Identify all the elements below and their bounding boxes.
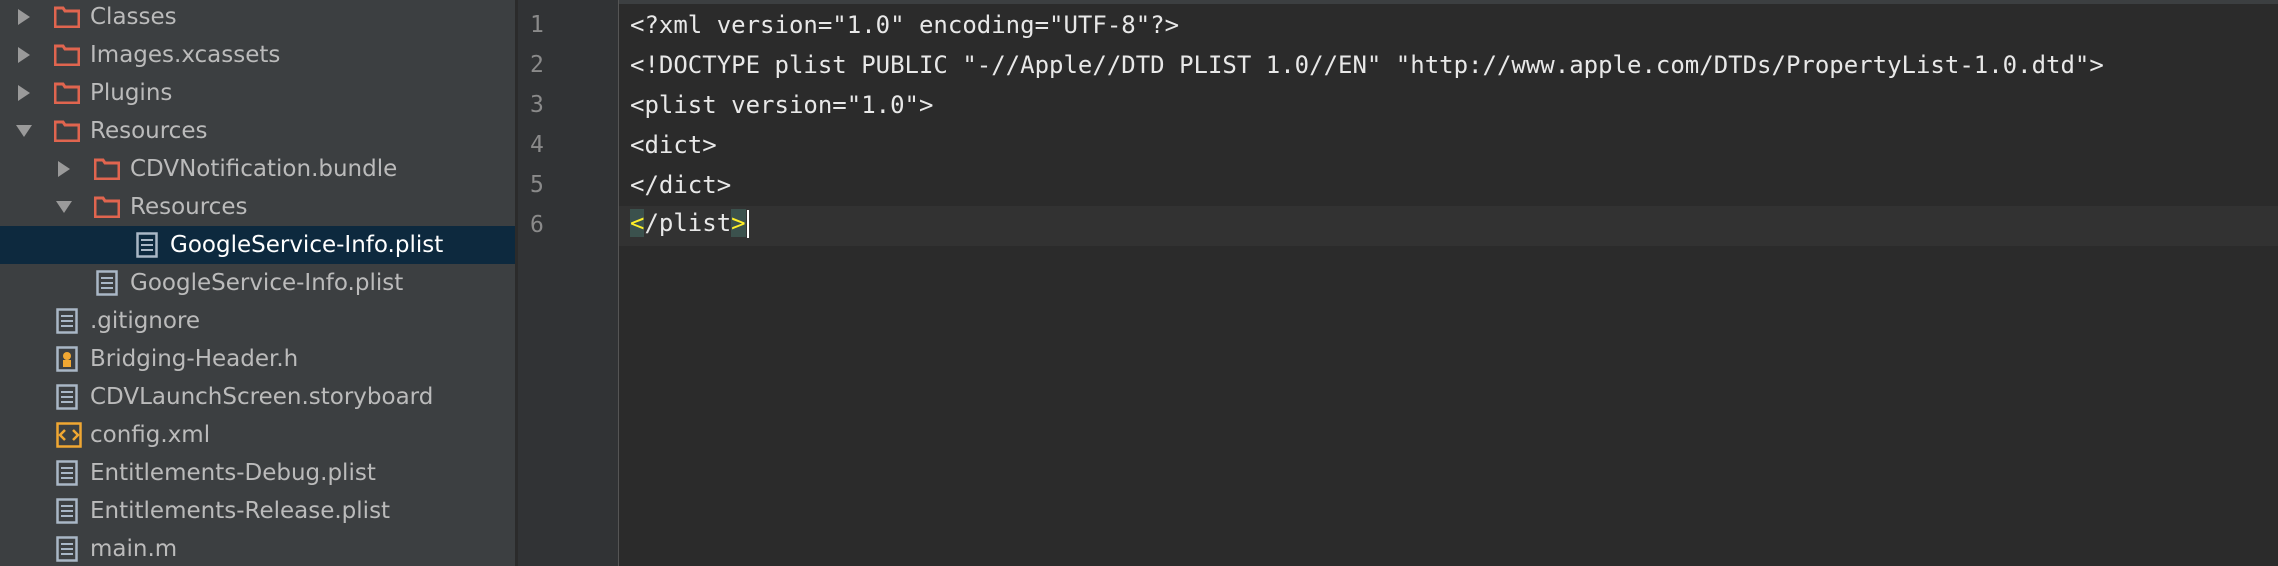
ide-window: Classes Images.xcassets Plugins Resource… [0, 0, 2278, 566]
tree-item-images-xcassets[interactable]: Images.xcassets [0, 36, 515, 74]
line-number: 4 [530, 132, 544, 158]
code-editor[interactable] [619, 0, 2278, 566]
chevron-right-icon[interactable] [18, 47, 30, 63]
tree-item-bridging-header[interactable]: Bridging-Header.h [0, 340, 515, 378]
tree-item-entitlements-release[interactable]: Entitlements-Release.plist [0, 492, 515, 530]
folder-icon [54, 118, 80, 144]
plist-file-icon [56, 460, 82, 486]
plist-file-icon [96, 270, 122, 296]
tree-item-entitlements-debug[interactable]: Entitlements-Debug.plist [0, 454, 515, 492]
chevron-right-icon[interactable] [58, 161, 70, 177]
tree-item-resources-nested[interactable]: Resources [0, 188, 515, 226]
plist-file-icon [136, 232, 162, 258]
tree-item-main-m[interactable]: main.m [0, 530, 515, 566]
line-number: 1 [530, 12, 544, 38]
line-number: 3 [530, 92, 544, 118]
project-tree[interactable]: Classes Images.xcassets Plugins Resource… [0, 0, 515, 566]
chevron-down-icon[interactable] [56, 201, 72, 213]
tree-item-label: Resources [90, 118, 208, 144]
folder-icon [54, 80, 80, 106]
tree-item-plugins[interactable]: Plugins [0, 74, 515, 112]
source-file-icon [56, 536, 82, 562]
line-number-current: 6 [530, 212, 544, 238]
header-file-icon [56, 346, 82, 372]
tree-item-label: main.m [90, 536, 178, 562]
tree-item-label: Entitlements-Release.plist [90, 498, 391, 524]
folder-icon [54, 4, 80, 30]
tree-item-label: Bridging-Header.h [90, 346, 299, 372]
code-line-current[interactable]: </plist> [630, 209, 749, 238]
line-number: 5 [530, 172, 544, 198]
chevron-right-icon[interactable] [18, 85, 30, 101]
storyboard-file-icon [56, 384, 82, 410]
line-number-gutter [518, 0, 619, 566]
code-line[interactable]: </dict> [630, 171, 731, 199]
tree-item-cdvnotification-bundle[interactable]: CDVNotification.bundle [0, 150, 515, 188]
tree-item-label: Images.xcassets [90, 42, 281, 68]
code-line[interactable]: <dict> [630, 131, 717, 159]
tree-item-label: CDVLaunchScreen.storyboard [90, 384, 434, 410]
folder-icon [94, 156, 120, 182]
tree-item-config-xml[interactable]: config.xml [0, 416, 515, 454]
tree-item-label: CDVNotification.bundle [130, 156, 398, 182]
chevron-down-icon[interactable] [16, 125, 32, 137]
tree-item-resources[interactable]: Resources [0, 112, 515, 150]
tree-item-launchscreen-storyboard[interactable]: CDVLaunchScreen.storyboard [0, 378, 515, 416]
xml-file-icon [56, 422, 82, 448]
folder-icon [94, 194, 120, 220]
folder-icon [54, 42, 80, 68]
tree-item-label: config.xml [90, 422, 211, 448]
tree-item-label: GoogleService-Info.plist [170, 232, 444, 258]
tree-item-label: .gitignore [90, 308, 201, 334]
code-line[interactable]: <!DOCTYPE plist PUBLIC "-//Apple//DTD PL… [630, 51, 2104, 79]
code-line[interactable]: <?xml version="1.0" encoding="UTF-8"?> [630, 11, 1179, 39]
text-caret [746, 210, 749, 238]
tree-item-label: Entitlements-Debug.plist [90, 460, 376, 486]
matched-tag-bracket: < [630, 209, 645, 237]
tree-item-classes[interactable]: Classes [0, 0, 515, 36]
matched-tag-bracket: > [731, 209, 746, 237]
code-text: /plist [644, 209, 732, 237]
chevron-right-icon[interactable] [18, 9, 30, 25]
tree-item-googleservice-plist[interactable]: GoogleService-Info.plist [0, 264, 515, 302]
current-line-highlight [619, 206, 2278, 246]
tree-item-label: Classes [90, 4, 177, 30]
code-line[interactable]: <plist version="1.0"> [630, 91, 933, 119]
plist-file-icon [56, 498, 82, 524]
tree-item-gitignore[interactable]: .gitignore [0, 302, 515, 340]
line-number: 2 [530, 52, 544, 78]
tree-item-label: Resources [130, 194, 248, 220]
tree-item-label: Plugins [90, 80, 173, 106]
tree-item-label: GoogleService-Info.plist [130, 270, 404, 296]
text-file-icon [56, 308, 82, 334]
tree-item-googleservice-plist-selected[interactable]: GoogleService-Info.plist [0, 226, 515, 264]
